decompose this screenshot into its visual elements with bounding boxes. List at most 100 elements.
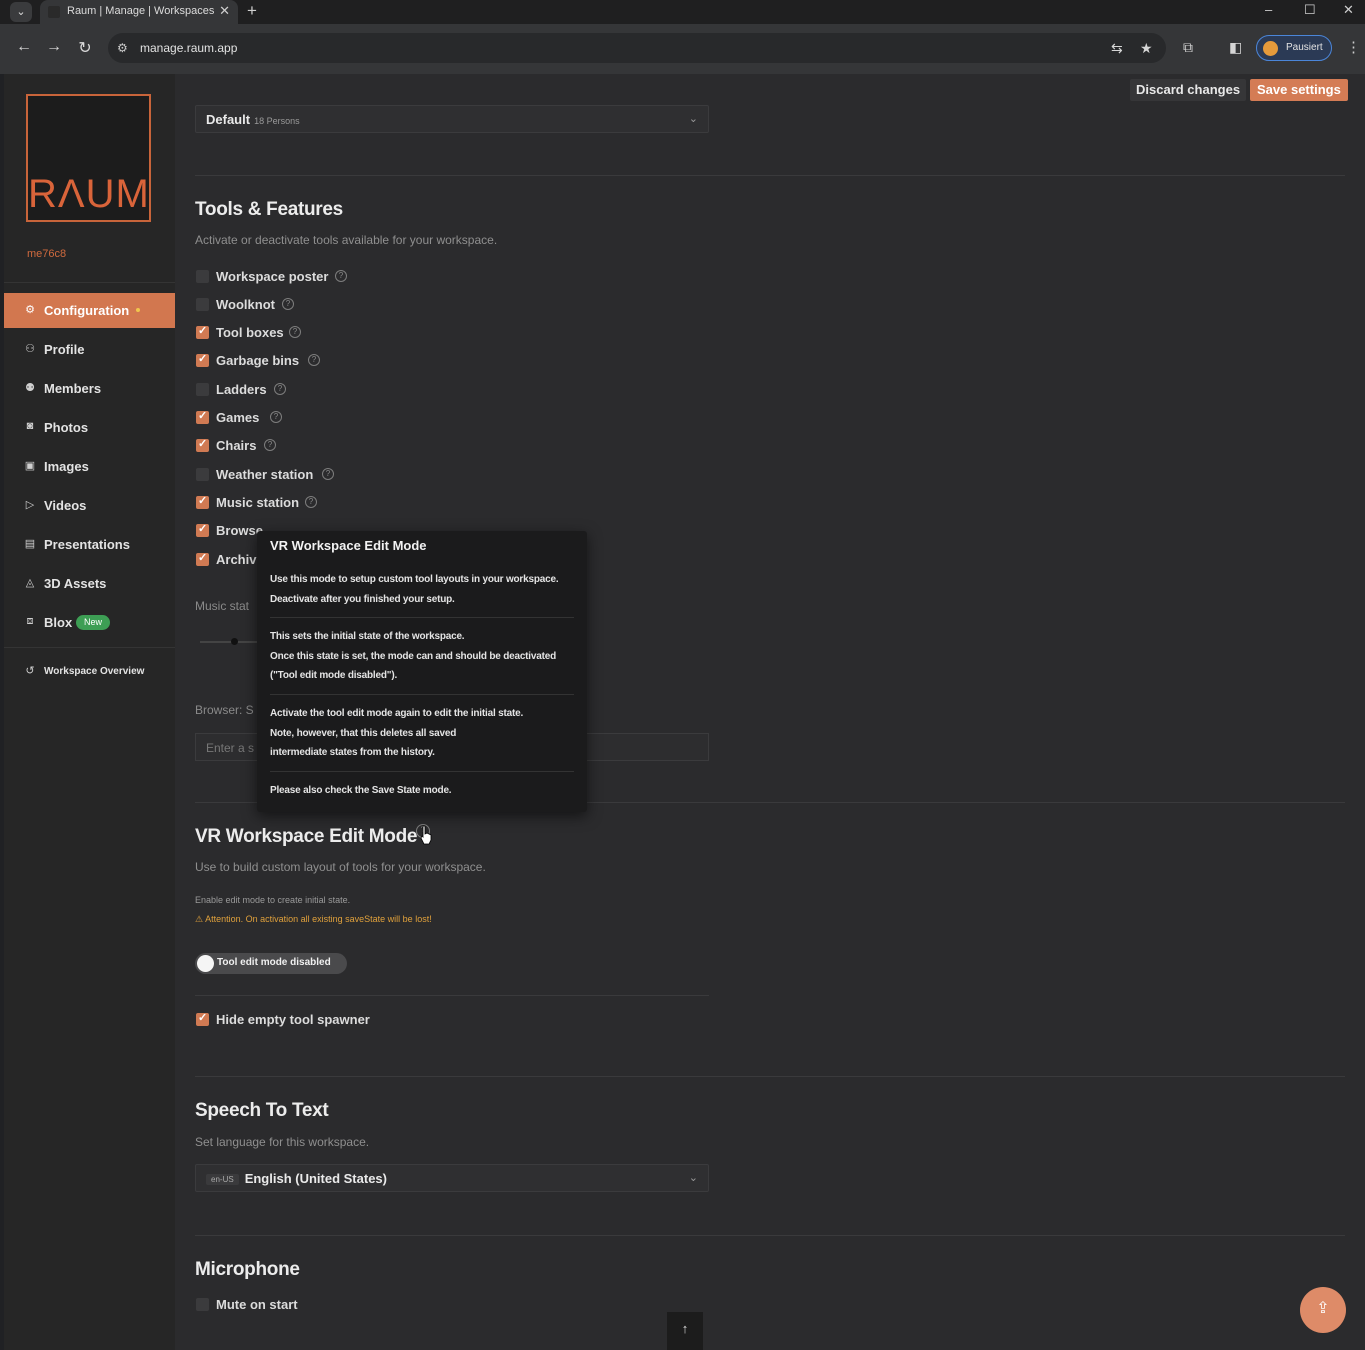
address-bar[interactable]: ⚙ manage.raum.app ⇆ ★ xyxy=(108,33,1166,63)
select-sub: 18 Persons xyxy=(254,116,300,126)
slider-thumb[interactable] xyxy=(231,638,238,645)
reload-icon[interactable]: ↻ xyxy=(75,38,95,58)
sidebar: RΛUM me76c8 ⚙ Configuration ⚇ Profile ⚉ … xyxy=(4,74,175,1350)
help-icon[interactable]: ? xyxy=(270,411,282,423)
sidebar-item-members[interactable]: ⚉ Members xyxy=(4,371,175,406)
section-divider xyxy=(195,1076,1345,1077)
checkbox-label: Workspace poster xyxy=(216,269,329,284)
browser-tab[interactable]: Raum | Manage | Workspaces ✕ xyxy=(40,0,238,24)
side-panel-icon[interactable]: ◧ xyxy=(1229,39,1242,56)
sidebar-item-videos[interactable]: ▷ Videos xyxy=(4,488,175,523)
sidebar-item-images[interactable]: ▣ Images xyxy=(4,449,175,484)
edit-mode-tooltip: VR Workspace Edit Mode Use this mode to … xyxy=(257,531,587,812)
sidebar-item-3d-assets[interactable]: ◬ 3D Assets xyxy=(4,566,175,601)
browser-start-label: Browser: S xyxy=(195,703,254,717)
checkbox[interactable] xyxy=(196,352,209,367)
window-close-icon[interactable]: ✕ xyxy=(1343,2,1354,18)
language-code: en-US xyxy=(206,1174,239,1185)
checkbox[interactable] xyxy=(196,522,209,537)
scroll-to-top-button[interactable]: ↑ xyxy=(667,1312,703,1350)
help-icon[interactable]: ? xyxy=(289,326,301,338)
sidebar-item-blox[interactable]: ⧈ Blox New xyxy=(4,605,175,640)
gear-icon: ⚙ xyxy=(25,304,35,316)
save-settings-button[interactable]: Save settings xyxy=(1250,79,1348,101)
upload-fab-button[interactable]: ⇪ xyxy=(1300,1287,1346,1333)
help-icon[interactable]: ? xyxy=(335,270,347,282)
edit-mode-description: Use to build custom layout of tools for … xyxy=(195,860,486,874)
checkbox[interactable] xyxy=(196,437,209,452)
checkbox-label: Hide empty tool spawner xyxy=(216,1012,370,1027)
checkbox[interactable] xyxy=(196,270,209,283)
profile-button[interactable]: Pausiert xyxy=(1256,35,1332,61)
checkbox[interactable] xyxy=(196,383,209,396)
warning-text: Attention. On activation all existing sa… xyxy=(205,914,432,924)
sidebar-item-label: 3D Assets xyxy=(44,576,107,591)
tab-close-icon[interactable]: ✕ xyxy=(219,3,230,19)
image-icon: ▣ xyxy=(24,460,36,472)
extensions-icon[interactable]: ⧉ xyxy=(1183,39,1193,56)
back-icon[interactable]: ← xyxy=(14,38,34,56)
checkbox[interactable] xyxy=(196,551,209,566)
tooltip-line: This sets the initial state of the works… xyxy=(270,631,465,642)
new-tab-icon[interactable]: + xyxy=(247,1,257,21)
checkbox-label: Mute on start xyxy=(216,1297,298,1312)
checkbox[interactable] xyxy=(196,409,209,424)
help-icon[interactable]: ? xyxy=(282,298,294,310)
tools-section-title: Tools & Features xyxy=(195,199,343,220)
translate-icon[interactable]: ⇆ xyxy=(1111,40,1123,57)
tooltip-line: Deactivate after you finished your setup… xyxy=(270,594,455,605)
default-profile-select[interactable]: Default 18 Persons ⌄ xyxy=(195,105,709,133)
language-select[interactable]: en-US English (United States) ⌄ xyxy=(195,1164,709,1192)
checkbox-label: Woolknot xyxy=(216,297,275,312)
sidebar-item-workspace-overview[interactable]: ↺ Workspace Overview xyxy=(4,654,175,689)
back-icon: ↺ xyxy=(25,665,35,677)
help-icon[interactable]: ? xyxy=(274,383,286,395)
tool-edit-mode-toggle[interactable]: Tool edit mode disabled xyxy=(195,953,347,974)
help-icon[interactable]: ? xyxy=(305,496,317,508)
section-divider xyxy=(195,995,709,996)
tooltip-line: Once this state is set, the mode can and… xyxy=(270,651,557,662)
toggle-label: Tool edit mode disabled xyxy=(217,957,331,968)
camera-icon: ◙ xyxy=(26,420,34,432)
checkbox-label: Weather station xyxy=(216,467,314,482)
music-station-label: Music stat xyxy=(195,599,250,613)
sidebar-item-photos[interactable]: ◙ Photos xyxy=(4,410,175,445)
hand-cursor-icon xyxy=(420,825,432,845)
sidebar-item-profile[interactable]: ⚇ Profile xyxy=(4,332,175,367)
checkbox[interactable] xyxy=(196,468,209,481)
help-icon[interactable]: ? xyxy=(308,354,320,366)
forward-icon[interactable]: → xyxy=(44,38,64,56)
discard-changes-button[interactable]: Discard changes xyxy=(1130,79,1247,101)
select-value-text: Default xyxy=(206,112,251,127)
site-settings-icon[interactable]: ⚙ xyxy=(117,41,128,55)
checkbox[interactable] xyxy=(196,324,209,339)
section-divider xyxy=(195,1235,1345,1236)
sidebar-item-presentations[interactable]: ▤ Presentations xyxy=(4,527,175,562)
browser-toolbar: ← → ↻ ⚙ manage.raum.app ⇆ ★ ⧉ ◧ Pausiert… xyxy=(0,24,1365,74)
browser-tab-bar: ⌄ Raum | Manage | Workspaces ✕ + – ☐ ✕ xyxy=(0,0,1365,24)
upload-icon: ⇪ xyxy=(1316,1300,1330,1317)
checkbox-label: Tool boxes xyxy=(216,325,284,340)
sidebar-item-configuration[interactable]: ⚙ Configuration xyxy=(4,293,175,328)
section-divider xyxy=(195,175,1345,176)
bookmark-star-icon[interactable]: ★ xyxy=(1140,40,1153,57)
presentation-icon: ▤ xyxy=(24,538,36,550)
tab-list-icon[interactable]: ⌄ xyxy=(10,2,32,22)
help-icon[interactable]: ? xyxy=(264,439,276,451)
browser-menu-icon[interactable]: ⋮ xyxy=(1346,38,1361,56)
checkbox[interactable] xyxy=(196,494,209,509)
tooltip-line: Use this mode to setup custom tool layou… xyxy=(270,574,559,585)
checkbox-label: Music station xyxy=(216,495,300,510)
tooltip-line: intermediate states from the history. xyxy=(270,747,435,758)
checkbox[interactable] xyxy=(196,1011,209,1026)
music-volume-slider[interactable] xyxy=(200,641,260,643)
tooltip-line: Activate the tool edit mode again to edi… xyxy=(270,708,524,719)
minimize-icon[interactable]: – xyxy=(1265,2,1272,17)
sidebar-divider xyxy=(4,282,175,283)
unsaved-dot xyxy=(136,308,140,312)
help-icon[interactable]: ? xyxy=(322,468,334,480)
maximize-icon[interactable]: ☐ xyxy=(1304,2,1316,18)
address-url[interactable]: manage.raum.app xyxy=(140,41,237,55)
checkbox[interactable] xyxy=(196,298,209,311)
checkbox[interactable] xyxy=(196,1298,209,1311)
